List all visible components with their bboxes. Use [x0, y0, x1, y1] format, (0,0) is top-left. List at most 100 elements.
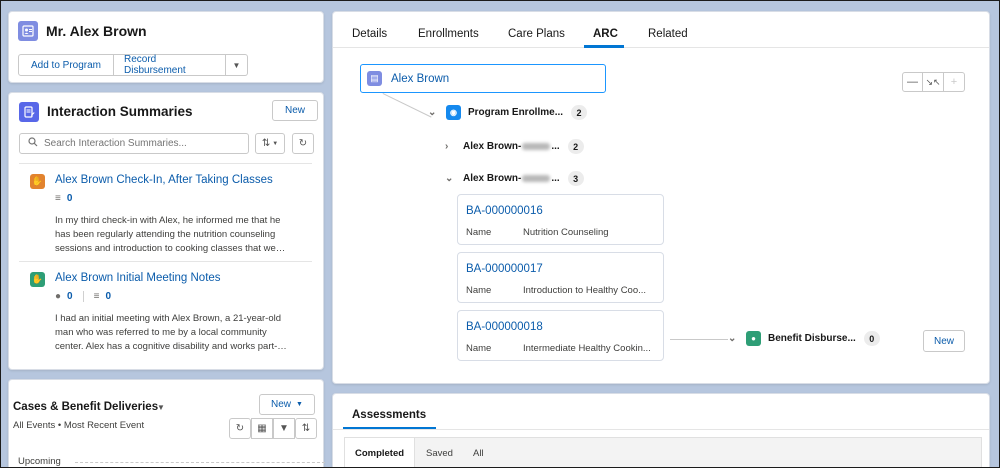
tab-care-plans[interactable]: Care Plans: [508, 28, 565, 40]
divider: [82, 291, 84, 302]
contract-icon: ↘↖: [925, 76, 941, 87]
refresh-button[interactable]: ↻: [292, 133, 314, 154]
calendar-icon: ▦: [257, 423, 267, 434]
count-badge: 2: [571, 105, 588, 120]
divider: [75, 462, 325, 463]
list-item[interactable]: ✋ Alex Brown Initial Meeting Notes ● 0 ≡ 0…: [19, 261, 312, 359]
plus-icon: +: [950, 76, 958, 88]
calendar-button[interactable]: ▦: [251, 418, 273, 439]
benefit-disbursements-node[interactable]: ⌄ ● Benefit Disburse... 0: [728, 331, 880, 346]
summary-title-link[interactable]: Alex Brown Check-In, After Taking Classe…: [55, 174, 273, 186]
record-id-link[interactable]: BA-000000018: [466, 321, 543, 333]
zoom-controls: — ↘↖ +: [902, 72, 965, 92]
tree-connector: [670, 339, 728, 340]
handshake-icon: ✋: [30, 174, 45, 189]
record-disbursement-button[interactable]: Record Disbursement: [114, 54, 226, 76]
person-icon: ●: [55, 291, 62, 302]
list-icon: ≡: [93, 291, 100, 302]
tab-related[interactable]: Related: [648, 28, 688, 40]
new-case-button[interactable]: New ▼: [259, 394, 315, 415]
count-badge: 0: [863, 331, 880, 346]
app-background: Mr. Alex Brown Add to Program Record Dis…: [0, 0, 1000, 468]
enrollment-node[interactable]: › Alex Brown- ... 2: [445, 139, 584, 154]
benefit-assignment-card[interactable]: BA-000000016 Name Nutrition Counseling: [457, 194, 664, 245]
new-disbursement-button[interactable]: New: [923, 330, 965, 352]
metric-value: 0: [66, 193, 73, 204]
subtab-completed[interactable]: Completed: [345, 438, 415, 467]
redacted-text: [522, 143, 551, 150]
chevron-down-icon[interactable]: ⌄: [428, 107, 446, 118]
card-title: Interaction Summaries: [47, 104, 193, 119]
node-label-prefix: Alex Brown-: [463, 141, 522, 152]
record-tabs-card: Details Enrollments Care Plans ARC Relat…: [332, 11, 990, 384]
tab-assessments[interactable]: Assessments: [352, 409, 426, 421]
chevron-right-icon[interactable]: ›: [445, 141, 463, 152]
tab-arc[interactable]: ARC: [593, 28, 618, 40]
search-icon: [28, 137, 38, 150]
minus-icon: —: [907, 76, 918, 88]
benefit-assignment-card[interactable]: BA-000000017 Name Introduction to Health…: [457, 252, 664, 303]
tab-bar: Details Enrollments Care Plans ARC Relat…: [333, 12, 989, 48]
chevron-down-icon: ▼: [272, 140, 279, 147]
subtab-saved[interactable]: Saved: [426, 448, 453, 459]
header-actions: Add to Program Record Disbursement ▼: [18, 54, 248, 76]
enrollment-node[interactable]: ⌄ Alex Brown- ... 3: [445, 171, 584, 186]
benefit-disbursement-icon: ●: [746, 331, 761, 346]
record-id-link[interactable]: BA-000000017: [466, 263, 543, 275]
node-label-suffix: ...: [551, 173, 560, 184]
chevron-down-icon: ▼: [232, 60, 241, 70]
add-to-program-button[interactable]: Add to Program: [18, 54, 114, 76]
upcoming-label: Upcoming: [18, 456, 61, 467]
list-item[interactable]: ✋ Alex Brown Check-In, After Taking Clas…: [19, 163, 312, 261]
refresh-button[interactable]: ↻: [229, 418, 251, 439]
chevron-down-icon[interactable]: ⌄: [445, 173, 463, 184]
summary-title-link[interactable]: Alex Brown Initial Meeting Notes: [55, 272, 221, 284]
contact-icon: [18, 21, 38, 41]
sort-icon: ⇅: [261, 138, 271, 149]
sort-icon: ⇅: [301, 423, 311, 434]
summary-body: I had an initial meeting with Alex Brown…: [55, 313, 287, 352]
assessment-subtabs: Completed Saved All: [344, 437, 982, 467]
chevron-down-icon[interactable]: ⌄: [728, 333, 746, 344]
more-actions-button[interactable]: ▼: [226, 54, 248, 76]
search-placeholder: Search Interaction Summaries...: [44, 138, 187, 149]
count-badge: 3: [567, 171, 584, 186]
summary-metrics: ● 0 ≡ 0: [55, 291, 121, 302]
chevron-down-icon[interactable]: ▼: [157, 403, 165, 412]
node-label-prefix: Alex Brown-: [463, 173, 522, 184]
handshake-icon: ✋: [30, 272, 45, 287]
refresh-icon: ↻: [235, 423, 245, 434]
collapse-button[interactable]: ↘↖: [923, 72, 944, 92]
sort-button[interactable]: ⇅: [295, 418, 317, 439]
list-icon: ≡: [55, 193, 61, 204]
search-input[interactable]: Search Interaction Summaries...: [19, 133, 249, 154]
count-badge: 2: [567, 139, 584, 154]
field-value: Intermediate Healthy Cookin...: [523, 343, 651, 354]
redacted-text: [522, 175, 551, 182]
divider: [333, 429, 989, 430]
chevron-down-icon: ▼: [296, 401, 303, 408]
field-label: Name: [466, 343, 492, 354]
record-header: Mr. Alex Brown Add to Program Record Dis…: [8, 11, 324, 83]
tab-enrollments[interactable]: Enrollments: [418, 28, 479, 40]
zoom-in-button[interactable]: +: [944, 72, 965, 92]
new-interaction-summary-button[interactable]: New: [272, 100, 319, 121]
benefit-assignment-card[interactable]: BA-000000018 Name Intermediate Healthy C…: [457, 310, 664, 361]
card-subtitle: All Events • Most Recent Event: [13, 420, 145, 431]
node-label: Program Enrollme...: [468, 107, 564, 118]
filter-button[interactable]: ▼: [273, 418, 295, 439]
zoom-out-button[interactable]: —: [902, 72, 923, 92]
field-label: Name: [466, 227, 492, 238]
tree-connector: [382, 93, 432, 118]
refresh-icon: ↻: [298, 138, 308, 149]
tab-details[interactable]: Details: [352, 28, 387, 40]
program-enrollments-node[interactable]: ⌄ ◉ Program Enrollme... 2: [428, 105, 588, 120]
node-label: Benefit Disburse...: [768, 333, 856, 344]
arc-root-node[interactable]: ▤ Alex Brown: [360, 64, 606, 93]
record-id-link[interactable]: BA-000000016: [466, 205, 543, 217]
sort-button[interactable]: ⇅ ▼: [255, 133, 285, 154]
subtab-all[interactable]: All: [473, 448, 484, 459]
field-label: Name: [466, 285, 492, 296]
program-enrollment-icon: ◉: [446, 105, 461, 120]
contact-icon: ▤: [367, 71, 382, 86]
